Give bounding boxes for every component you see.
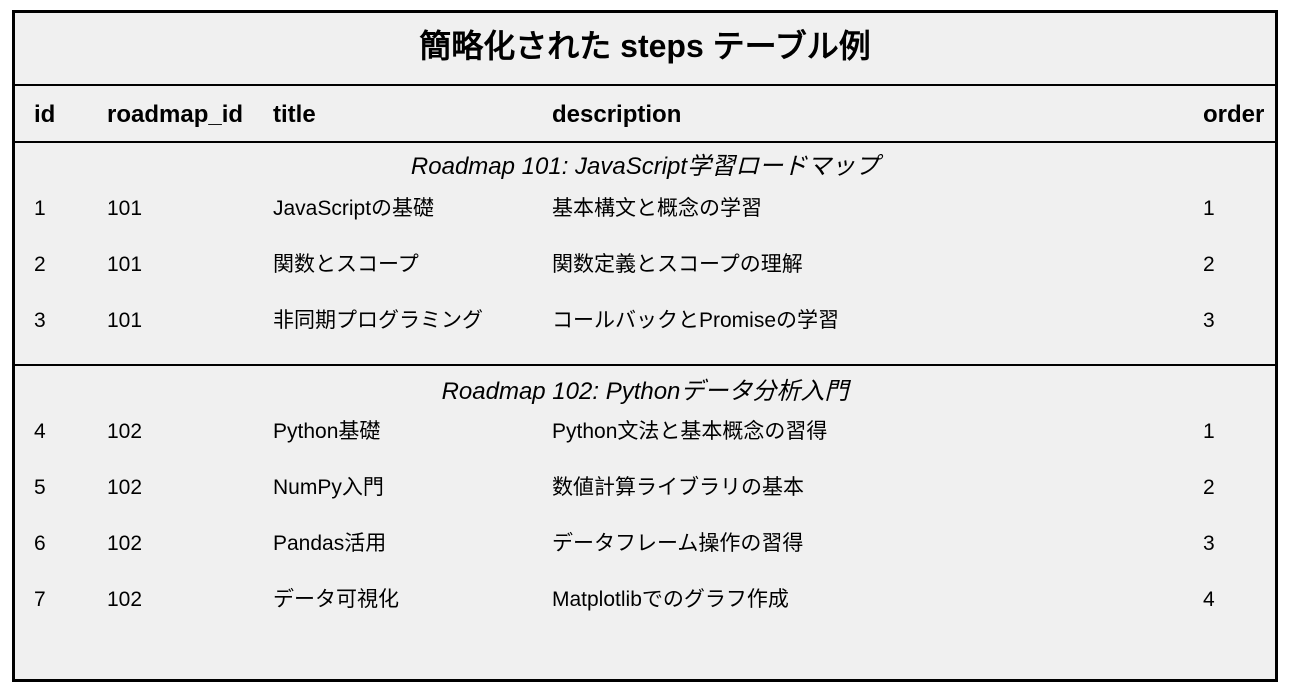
column-header-description: description [552, 101, 682, 128]
cell-roadmap-id: 102 [107, 476, 143, 499]
cell-title: Python基礎 [273, 420, 381, 443]
column-header-order: order [1203, 101, 1265, 128]
group-caption-roadmap-102: Roadmap 102: Pythonデータ分析入門 [441, 378, 849, 405]
column-header-roadmap-id: roadmap_id [107, 101, 244, 128]
cell-id: 4 [34, 420, 46, 443]
column-header-title: title [273, 101, 316, 128]
table-row: 5 102 NumPy入門 数値計算ライブラリの基本 2 [15, 473, 1275, 503]
cell-description: コールバックとPromiseの学習 [552, 309, 840, 332]
cell-id: 6 [34, 532, 46, 555]
cell-description: 数値計算ライブラリの基本 [552, 476, 804, 499]
cell-id: 2 [34, 253, 46, 276]
table-title: 簡略化された steps テーブル例 [419, 28, 871, 64]
cell-roadmap-id: 101 [107, 253, 143, 276]
cell-roadmap-id: 101 [107, 309, 143, 332]
cell-id: 5 [34, 476, 46, 499]
cell-order: 4 [1203, 588, 1215, 611]
cell-title: JavaScriptの基礎 [273, 197, 435, 220]
cell-order: 1 [1203, 420, 1215, 443]
cell-title: データ可視化 [273, 588, 399, 611]
table-row: 7 102 データ可視化 Matplotlibでのグラフ作成 4 [15, 585, 1275, 615]
cell-title: NumPy入門 [273, 476, 384, 499]
cell-description: Python文法と基本概念の習得 [552, 420, 828, 443]
cell-id: 1 [34, 197, 46, 220]
cell-title: 非同期プログラミング [273, 309, 483, 332]
cell-id: 7 [34, 588, 46, 611]
cell-title: 関数とスコープ [273, 253, 419, 276]
cell-id: 3 [34, 309, 46, 332]
table-row: 2 101 関数とスコープ 関数定義とスコープの理解 2 [15, 250, 1275, 280]
cell-roadmap-id: 102 [107, 532, 143, 555]
cell-order: 2 [1203, 253, 1215, 276]
cell-order: 3 [1203, 532, 1215, 555]
steps-table-figure: 簡略化された steps テーブル例 id roadmap_id title d… [12, 10, 1278, 682]
column-header-id: id [34, 101, 56, 128]
cell-description: データフレーム操作の習得 [552, 532, 804, 555]
table-row: 3 101 非同期プログラミング コールバックとPromiseの学習 3 [15, 306, 1275, 336]
column-header-row: id roadmap_id title description order [15, 86, 1275, 143]
cell-order: 2 [1203, 476, 1215, 499]
table-row: 1 101 JavaScriptの基礎 基本構文と概念の学習 1 [15, 194, 1275, 224]
title-band: 簡略化された steps テーブル例 [15, 13, 1275, 86]
table-row: 4 102 Python基礎 Python文法と基本概念の習得 1 [15, 417, 1275, 447]
cell-description: 基本構文と概念の学習 [552, 197, 762, 220]
cell-order: 3 [1203, 309, 1215, 332]
cell-order: 1 [1203, 197, 1215, 220]
cell-title: Pandas活用 [273, 532, 387, 555]
cell-roadmap-id: 101 [107, 197, 143, 220]
cell-roadmap-id: 102 [107, 420, 143, 443]
cell-description: 関数定義とスコープの理解 [552, 253, 803, 276]
table-row: 6 102 Pandas活用 データフレーム操作の習得 3 [15, 529, 1275, 559]
group-divider [15, 364, 1275, 366]
cell-description: Matplotlibでのグラフ作成 [552, 588, 789, 611]
group-caption-roadmap-101: Roadmap 101: JavaScript学習ロードマップ [410, 153, 880, 180]
cell-roadmap-id: 102 [107, 588, 143, 611]
